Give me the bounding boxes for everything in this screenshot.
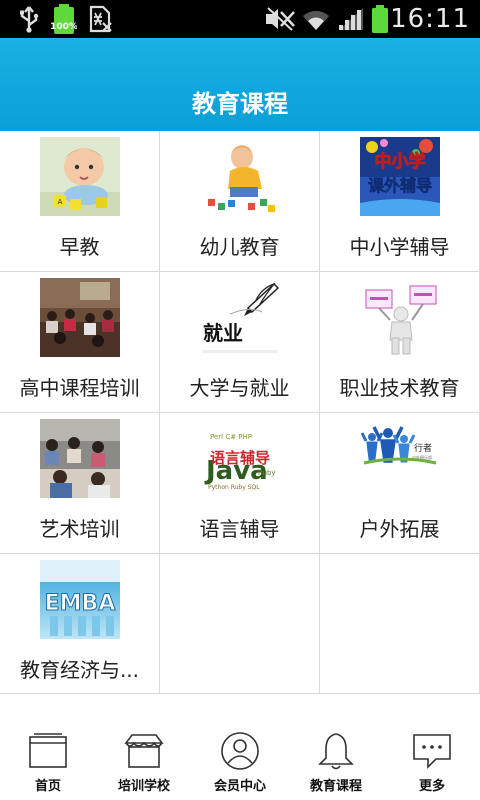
figure-with-signs xyxy=(360,278,440,357)
tab-label: 培训学校 xyxy=(117,779,170,794)
course-label: 中小学辅导 xyxy=(349,235,450,259)
svg-text:Python Ruby SQL: Python Ruby SQL xyxy=(208,484,260,491)
course-grid: A 早教 幼儿教育 中小学 课外辅导 中小学辅导 高中课程培训 就业 大学与就业… xyxy=(0,131,480,694)
tab-label: 首页 xyxy=(34,779,61,794)
tab-school[interactable]: 培训学校 xyxy=(96,725,192,800)
signal-icon xyxy=(336,0,366,38)
course-item[interactable]: 行者 户外俱乐部 户外拓展 xyxy=(320,413,480,554)
course-item[interactable]: 幼儿教育 xyxy=(160,131,320,272)
course-label: 户外拓展 xyxy=(359,517,440,541)
app-header: 教育课程 xyxy=(0,38,480,131)
course-label: 早教 xyxy=(59,235,100,259)
svg-text:户外俱乐部: 户外俱乐部 xyxy=(412,454,432,460)
employment-graphic: 就业 xyxy=(200,278,280,357)
status-bar: 100% 16:11 xyxy=(0,0,480,38)
notification-icon xyxy=(86,0,114,38)
course-item[interactable]: EMBA 教育经济与... xyxy=(0,554,160,694)
battery-icon xyxy=(368,0,392,38)
toddler-photo xyxy=(200,137,280,216)
classroom-photo xyxy=(40,278,120,357)
svg-text:就业: 就业 xyxy=(203,321,243,345)
svg-text:课外辅导: 课外辅导 xyxy=(368,176,432,195)
battery-icon: 100% xyxy=(50,0,78,38)
course-item[interactable]: 中小学 课外辅导 中小学辅导 xyxy=(320,131,480,272)
svg-text:中小学: 中小学 xyxy=(375,151,426,172)
course-label: 高中课程培训 xyxy=(19,376,140,400)
course-label: 语言辅导 xyxy=(199,517,280,541)
tab-label: 会员中心 xyxy=(213,779,266,794)
emba-logo: EMBA xyxy=(40,560,120,639)
tab-courses[interactable]: 教育课程 xyxy=(288,725,384,800)
tab-label: 更多 xyxy=(418,779,445,794)
more-icon xyxy=(412,731,452,771)
baby-photo: A xyxy=(40,137,120,216)
tab-more[interactable]: 更多 xyxy=(384,725,480,800)
wifi-icon xyxy=(300,0,332,38)
students-photo xyxy=(40,419,120,498)
svg-text:A: A xyxy=(58,198,63,206)
svg-text:EMBA: EMBA xyxy=(45,591,116,616)
course-item[interactable]: Perl C# PHP Java 语言辅导 Python Ruby SQL Ru… xyxy=(160,413,320,554)
school-icon xyxy=(124,731,164,771)
svg-text:Ruby: Ruby xyxy=(258,469,276,477)
course-label: 艺术培训 xyxy=(39,517,120,541)
bell-icon xyxy=(316,731,356,771)
tab-member[interactable]: 会员中心 xyxy=(192,725,288,800)
usb-icon xyxy=(14,0,44,38)
mute-icon xyxy=(262,0,298,38)
tutoring-logo: 中小学 课外辅导 xyxy=(360,137,440,216)
outdoor-logo: 行者 户外俱乐部 xyxy=(360,419,440,498)
battery-percent: 100% xyxy=(51,22,77,32)
svg-text:Perl C# PHP: Perl C# PHP xyxy=(210,433,252,441)
course-label: 幼儿教育 xyxy=(199,235,280,259)
bottom-tab-bar: 首页 培训学校 会员中心 教育课程 更多 xyxy=(0,725,480,800)
svg-text:行者: 行者 xyxy=(414,442,432,454)
user-icon xyxy=(220,731,260,771)
word-cloud: Perl C# PHP Java 语言辅导 Python Ruby SQL Ru… xyxy=(200,419,280,498)
status-time: 16:11 xyxy=(390,4,470,34)
course-item[interactable]: 高中课程培训 xyxy=(0,272,160,413)
course-label: 职业技术教育 xyxy=(339,376,460,400)
empty-cell xyxy=(160,554,320,694)
empty-cell xyxy=(320,554,480,694)
home-icon xyxy=(28,731,68,771)
tab-label: 教育课程 xyxy=(309,779,362,794)
tab-home[interactable]: 首页 xyxy=(0,725,96,800)
course-item[interactable]: 艺术培训 xyxy=(0,413,160,554)
course-item[interactable]: A 早教 xyxy=(0,131,160,272)
page-title: 教育课程 xyxy=(192,90,288,118)
svg-text:语言辅导: 语言辅导 xyxy=(210,449,270,467)
course-label: 大学与就业 xyxy=(189,376,290,400)
course-item[interactable]: 职业技术教育 xyxy=(320,272,480,413)
course-label: 教育经济与... xyxy=(19,658,140,682)
course-item[interactable]: 就业 大学与就业 xyxy=(160,272,320,413)
